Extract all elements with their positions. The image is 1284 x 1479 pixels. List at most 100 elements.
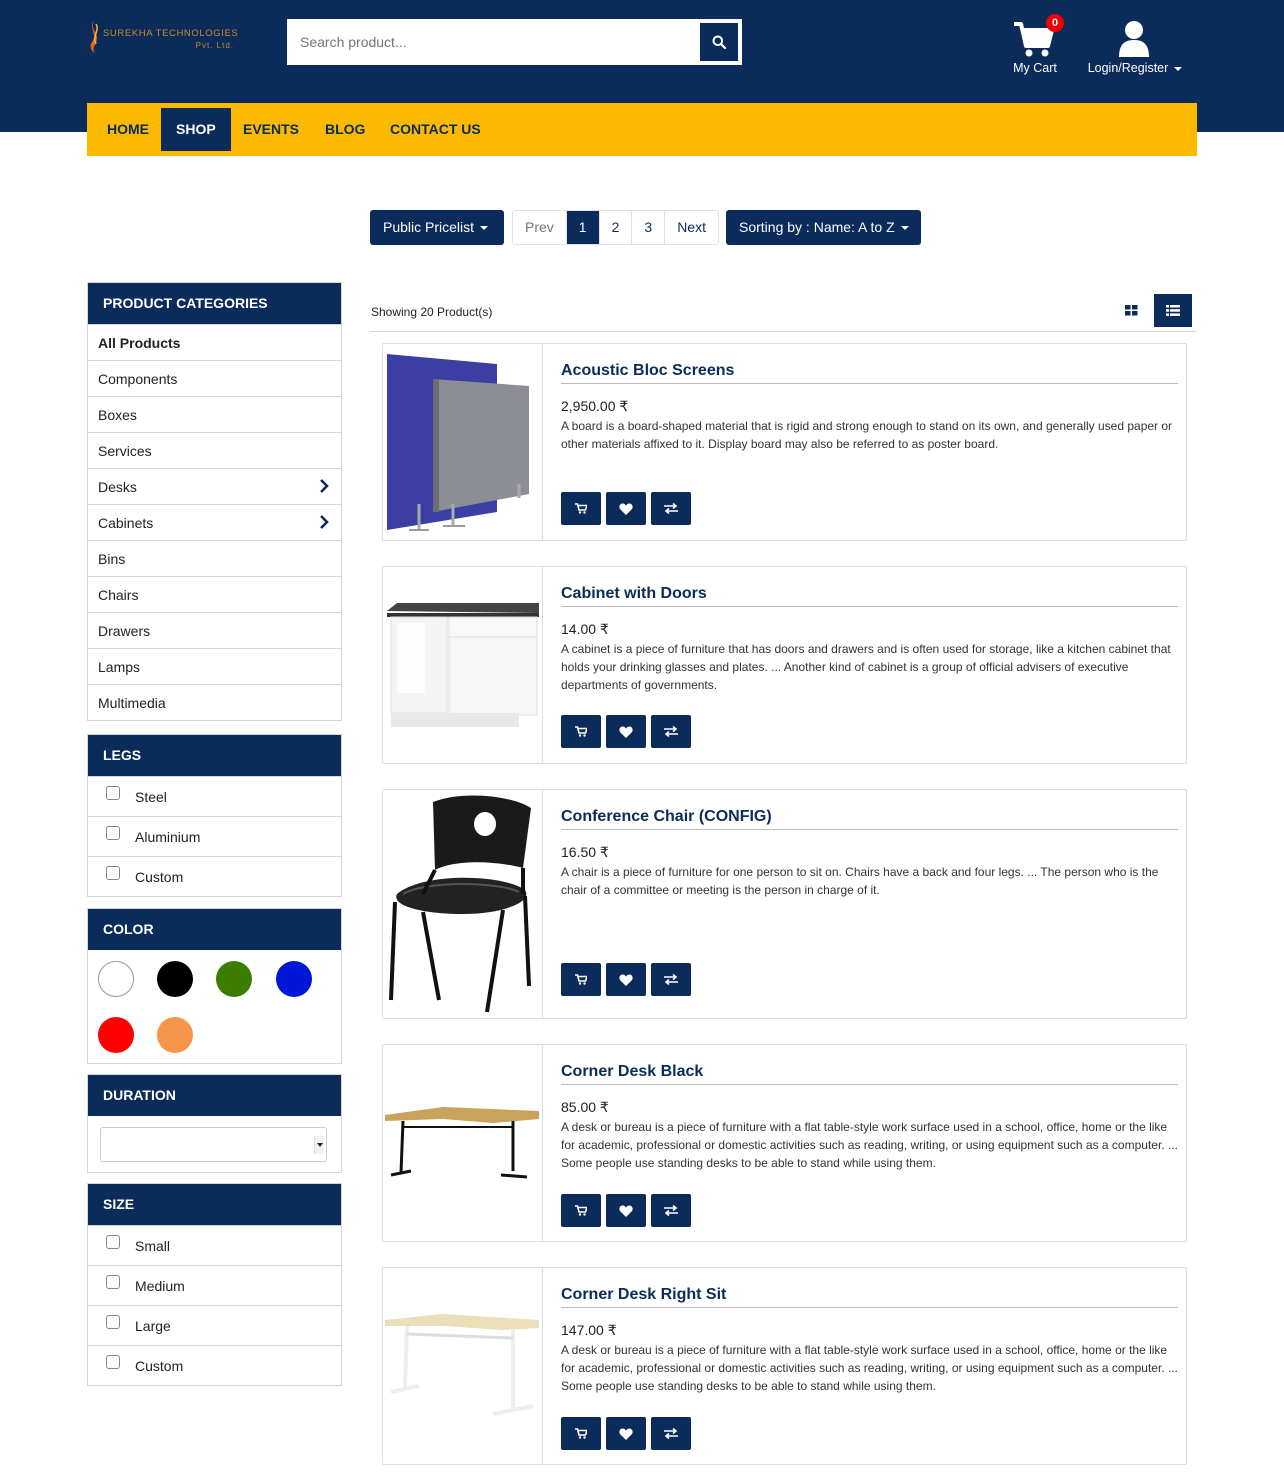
sorting-dropdown[interactable]: Sorting by : Name: A to Z <box>726 210 921 245</box>
product-description: A board is a board-shaped material that … <box>561 419 1173 451</box>
add-to-wishlist-button[interactable] <box>606 715 646 748</box>
brand-logo[interactable]: SUREKHA TECHNOLOGIES Pvt. Ltd. <box>86 18 238 54</box>
search-icon <box>712 35 726 49</box>
legs-option-steel[interactable]: Steel <box>88 776 341 816</box>
checkbox[interactable] <box>106 866 120 880</box>
checkbox[interactable] <box>106 1355 120 1369</box>
color-swatch-orange[interactable] <box>157 1017 193 1053</box>
category-services[interactable]: Services <box>88 432 341 468</box>
compare-button[interactable] <box>651 1417 691 1450</box>
cart-label: My Cart <box>1013 61 1057 75</box>
category-drawers[interactable]: Drawers <box>88 612 341 648</box>
compare-button[interactable] <box>651 1194 691 1227</box>
category-multimedia[interactable]: Multimedia <box>88 684 341 720</box>
add-to-cart-button[interactable] <box>561 963 601 996</box>
legs-option-custom[interactable]: Custom <box>88 856 341 896</box>
product-actions <box>561 1417 691 1450</box>
compare-button[interactable] <box>651 492 691 525</box>
add-to-cart-button[interactable] <box>561 1194 601 1227</box>
category-chairs[interactable]: Chairs <box>88 576 341 612</box>
add-to-wishlist-button[interactable] <box>606 963 646 996</box>
nav-home[interactable]: HOME <box>92 108 164 151</box>
option-label: Custom <box>135 1358 184 1374</box>
nav-contact-us[interactable]: CONTACT US <box>375 108 496 151</box>
color-swatch-blue[interactable] <box>276 961 312 997</box>
checkbox[interactable] <box>106 786 120 800</box>
category-desks-label: Desks <box>98 479 137 495</box>
product-image[interactable] <box>383 1268 543 1464</box>
cart-link[interactable]: 0 My Cart <box>1006 14 1064 78</box>
add-to-wishlist-button[interactable] <box>606 1194 646 1227</box>
category-all-products[interactable]: All Products <box>88 324 341 360</box>
checkbox[interactable] <box>106 1315 120 1329</box>
search-input[interactable] <box>288 20 698 64</box>
nav-shop[interactable]: SHOP <box>161 108 231 151</box>
category-cabinets[interactable]: Cabinets <box>88 504 341 540</box>
add-to-cart-button[interactable] <box>561 492 601 525</box>
cabinet-image <box>387 603 539 727</box>
nav-blog[interactable]: BLOG <box>310 108 380 151</box>
size-option-custom[interactable]: Custom <box>88 1345 341 1385</box>
legs-option-aluminium[interactable]: Aluminium <box>88 816 341 856</box>
chair-image <box>389 795 531 1013</box>
product-info: Conference Chair (CONFIG) 16.50 ₹ A chai… <box>561 790 1178 899</box>
product-image[interactable] <box>383 1045 543 1241</box>
compare-button[interactable] <box>651 963 691 996</box>
brand-flame-icon <box>90 20 98 53</box>
corner-desk-right-sit-image <box>385 1314 539 1416</box>
exchange-icon <box>664 726 678 737</box>
page-prev[interactable]: Prev <box>513 211 566 244</box>
category-boxes[interactable]: Boxes <box>88 396 341 432</box>
product-description: A chair is a piece of furniture for one … <box>561 865 1159 897</box>
page-2[interactable]: 2 <box>598 211 632 244</box>
add-to-cart-button[interactable] <box>561 1417 601 1450</box>
color-swatch-green[interactable] <box>216 961 252 997</box>
page-next[interactable]: Next <box>664 211 718 244</box>
product-image[interactable] <box>383 790 543 1018</box>
checkbox[interactable] <box>106 1235 120 1249</box>
grid-view-button[interactable] <box>1112 294 1150 327</box>
add-to-wishlist-button[interactable] <box>606 492 646 525</box>
compare-button[interactable] <box>651 715 691 748</box>
product-name[interactable]: Cabinet with Doors <box>561 585 1178 607</box>
color-swatch-red[interactable] <box>98 1017 134 1053</box>
cart-icon <box>575 974 587 985</box>
add-to-wishlist-button[interactable] <box>606 1417 646 1450</box>
size-option-small[interactable]: Small <box>88 1225 341 1265</box>
heart-icon <box>619 974 633 986</box>
checkbox[interactable] <box>106 1275 120 1289</box>
product-name[interactable]: Corner Desk Right Sit <box>561 1286 1178 1308</box>
chevron-right-icon[interactable] <box>319 515 329 529</box>
size-option-large[interactable]: Large <box>88 1305 341 1345</box>
color-filter: COLOR <box>87 908 342 1064</box>
product-price: 147.00 ₹ <box>561 1322 617 1338</box>
duration-select[interactable] <box>100 1127 327 1162</box>
product-name[interactable]: Corner Desk Black <box>561 1063 1178 1085</box>
product-image[interactable] <box>383 567 543 763</box>
search-button[interactable] <box>699 22 739 62</box>
color-swatch-white[interactable] <box>98 961 134 997</box>
product-description: A desk or bureau is a piece of furniture… <box>561 1120 1178 1170</box>
grid-icon <box>1124 305 1137 316</box>
list-view-button[interactable] <box>1154 294 1192 327</box>
category-desks[interactable]: Desks <box>88 468 341 504</box>
product-image[interactable] <box>383 344 543 540</box>
pricelist-label: Public Pricelist <box>383 219 475 235</box>
chevron-down-icon <box>900 226 909 231</box>
pricelist-dropdown[interactable]: Public Pricelist <box>370 210 504 245</box>
page-3[interactable]: 3 <box>631 211 665 244</box>
acoustic-screen-image <box>387 354 529 531</box>
product-name[interactable]: Acoustic Bloc Screens <box>561 362 1178 384</box>
category-components[interactable]: Components <box>88 360 341 396</box>
category-bins[interactable]: Bins <box>88 540 341 576</box>
nav-events[interactable]: EVENTS <box>228 108 314 151</box>
login-register-dropdown[interactable]: Login/Register <box>1080 18 1190 78</box>
color-swatch-black[interactable] <box>157 961 193 997</box>
size-option-medium[interactable]: Medium <box>88 1265 341 1305</box>
chevron-right-icon[interactable] <box>319 479 329 493</box>
add-to-cart-button[interactable] <box>561 715 601 748</box>
page-1[interactable]: 1 <box>565 211 599 244</box>
category-lamps[interactable]: Lamps <box>88 648 341 684</box>
checkbox[interactable] <box>106 826 120 840</box>
product-name[interactable]: Conference Chair (CONFIG) <box>561 808 1178 830</box>
